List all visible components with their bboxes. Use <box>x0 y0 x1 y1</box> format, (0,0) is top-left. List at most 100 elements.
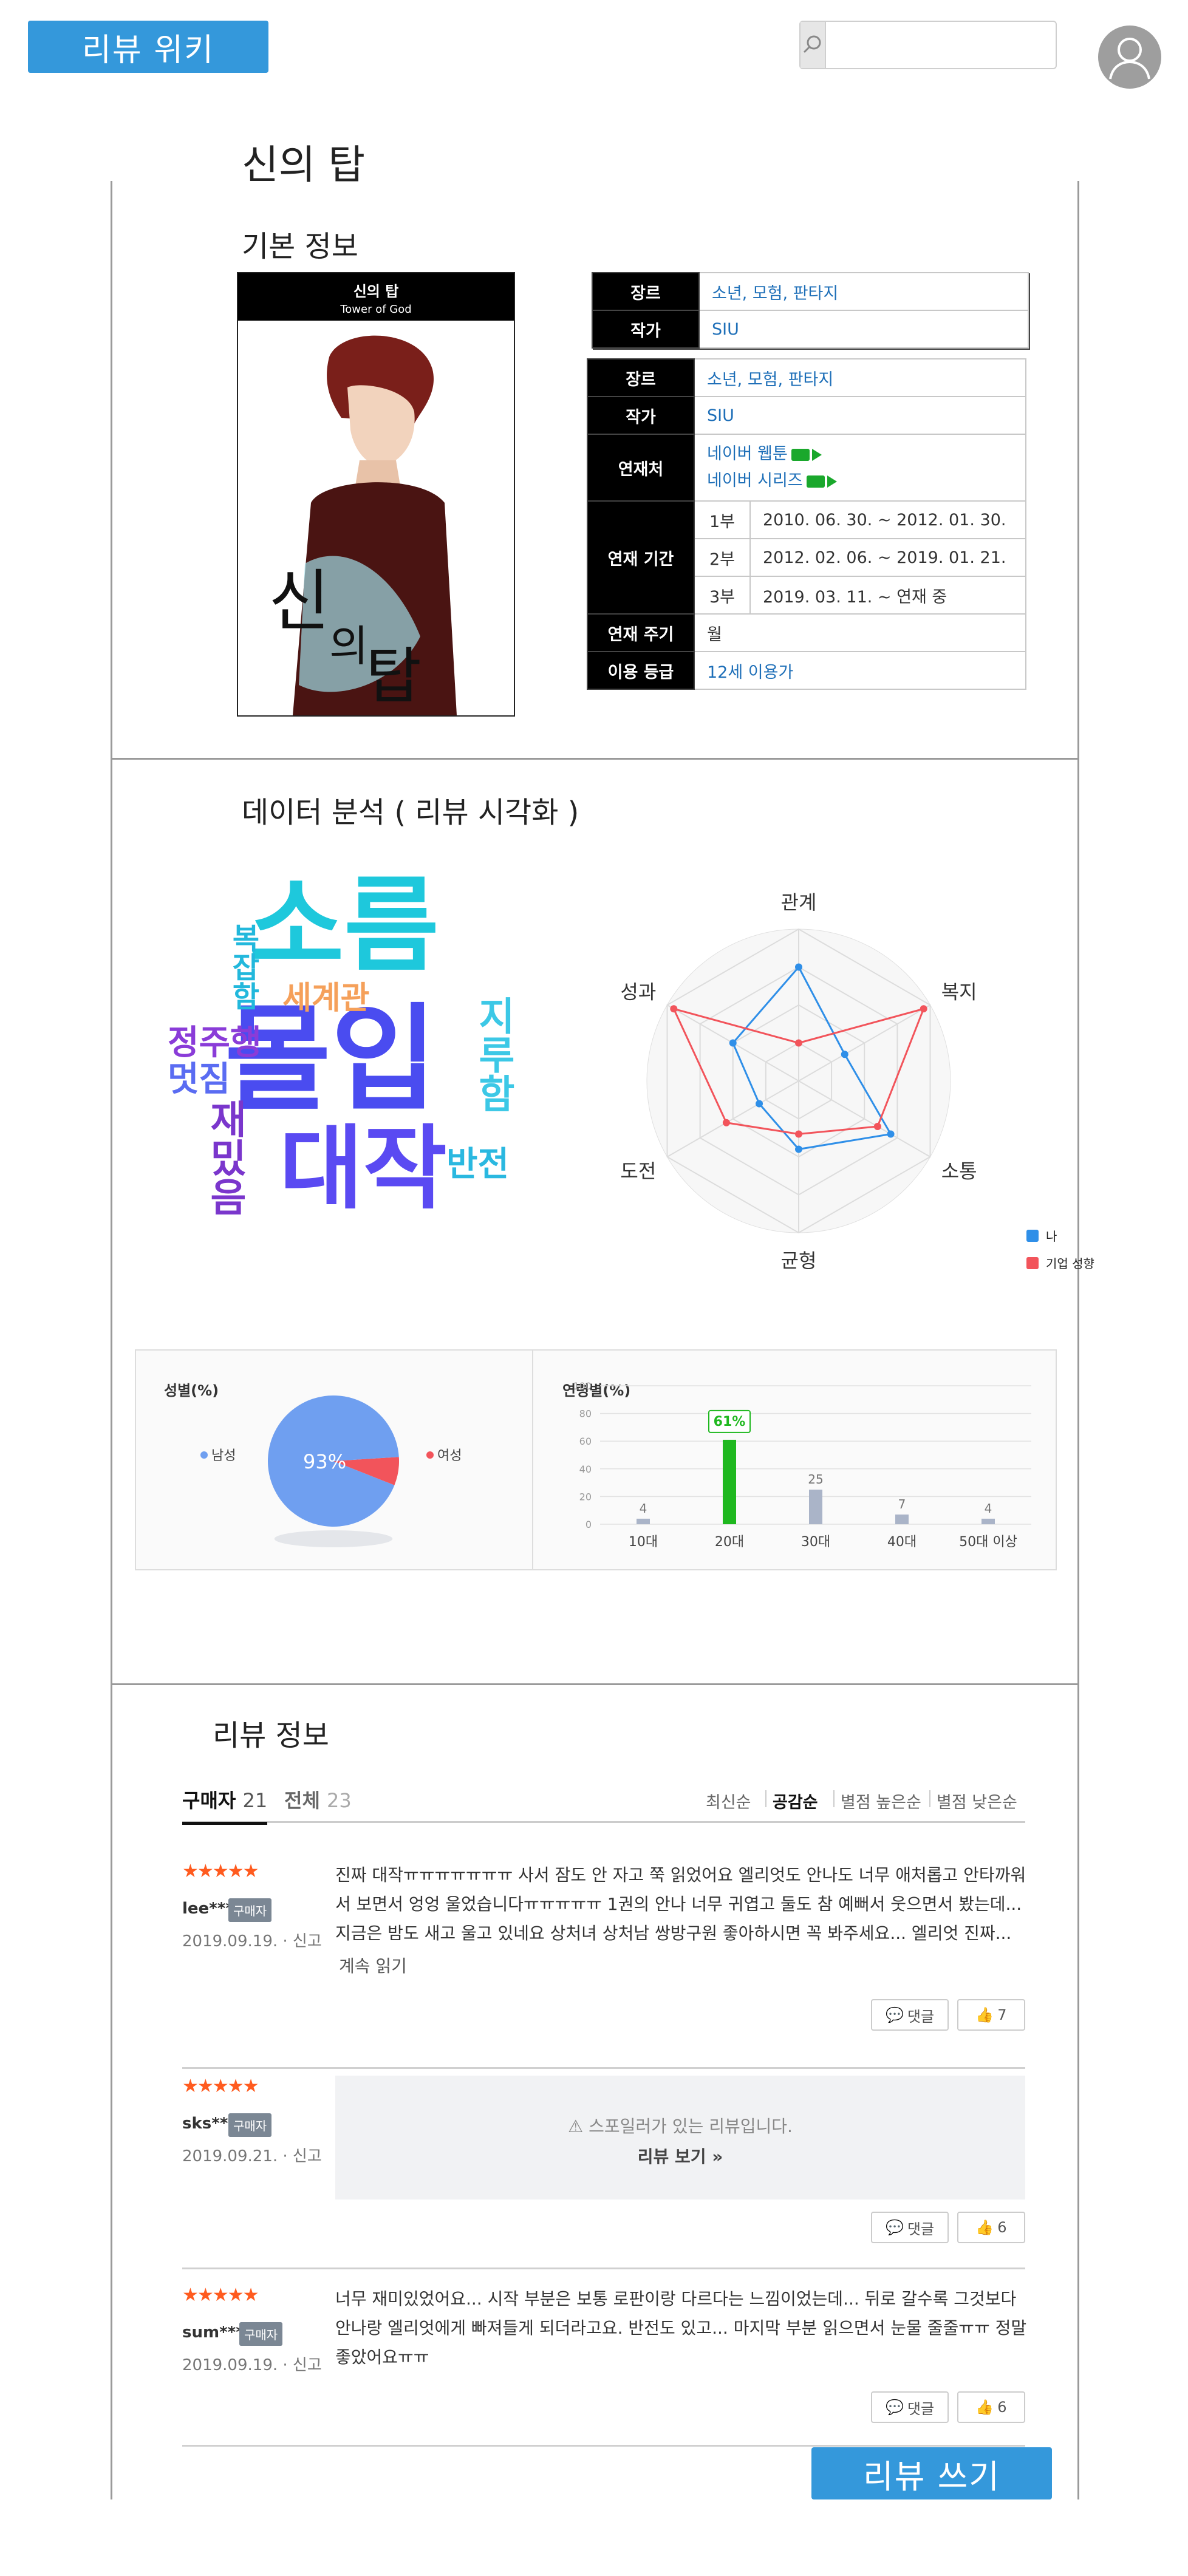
legend-swatch <box>1026 1229 1039 1242</box>
spoiler-view-link[interactable]: 리뷰 보기 » <box>335 2144 1025 2168</box>
section-divider <box>111 758 1079 760</box>
bar-y-tick: 0 <box>585 1519 592 1530</box>
radar-point <box>841 1051 848 1058</box>
platform-link-label: 네이버 웹툰 <box>707 445 788 463</box>
info-key-platform: 연재처 <box>587 434 695 502</box>
tab-buyers[interactable]: 구매자 21 <box>182 1785 268 1825</box>
bar <box>895 1515 909 1524</box>
review-separator <box>182 2067 1025 2069</box>
comment-button[interactable]: 💬 댓글 <box>871 2212 949 2243</box>
spoiler-notice: ⚠ 스포일러가 있는 리뷰입니다. <box>335 2113 1025 2138</box>
bar-y-tick: 80 <box>579 1408 592 1420</box>
sort-empathy[interactable]: 공감순 <box>773 1789 818 1813</box>
radar-point <box>795 1130 802 1138</box>
bar-value-label: 4 <box>985 1501 992 1516</box>
review-stars: ★★★★★ <box>182 2076 259 2097</box>
cloud-word: 멋짐 <box>168 1060 231 1099</box>
bar-y-tick: 40 <box>579 1463 592 1475</box>
legend-item: 나 <box>1026 1227 1094 1244</box>
info-row-period: 연재 기간 1부 2010. 06. 30. ~ 2012. 01. 30. <box>587 500 1026 615</box>
legend-item: 기업 성향 <box>1026 1254 1094 1272</box>
info-value-rating[interactable]: 12세 이용가 <box>694 651 1026 690</box>
avatar[interactable] <box>1098 26 1161 89</box>
review-item: ★★★★★ sks*** 구매자 2019.09.21. · 신고 ⚠ 스포일러… <box>182 2076 1025 2270</box>
bar-y-tick: 20 <box>579 1491 592 1502</box>
sort-rating-high[interactable]: 별점 높은순 <box>841 1789 921 1813</box>
bar-category-label: 10대 <box>629 1535 658 1550</box>
radar-axis-label: 성과 <box>620 981 656 1004</box>
info-value[interactable]: 소년, 모험, 판타지 <box>698 272 1029 311</box>
like-count: 7 <box>997 2006 1007 2023</box>
bar-y-tick: 60 <box>579 1436 592 1447</box>
buyer-badge: 구매자 <box>228 2113 272 2137</box>
cover-title: 신의 탑 <box>353 283 399 300</box>
like-button[interactable]: 👍 6 <box>957 2212 1025 2243</box>
platform-link[interactable]: 네이버 시리즈 <box>707 468 1013 494</box>
period-date: 2019. 03. 11. ~ 연재 중 <box>749 576 1026 615</box>
cloud-word: 대작 <box>279 1116 448 1222</box>
info-value[interactable]: SIU <box>698 310 1029 349</box>
radar-point <box>795 963 802 971</box>
like-button[interactable]: 👍 7 <box>957 1999 1025 2031</box>
logo-button[interactable]: 리뷰 위키 <box>28 21 268 73</box>
review-user: lee*** <box>182 1900 234 1918</box>
legend-label: 기업 성향 <box>1046 1256 1094 1271</box>
period-part: 3부 <box>694 576 751 615</box>
cover-illustration: 신 의 탑 <box>238 321 514 715</box>
search-input[interactable] <box>826 22 1080 68</box>
cloud-word: 재밌음 <box>202 1099 247 1216</box>
buyer-badge: 구매자 <box>228 1898 272 1922</box>
sort-latest[interactable]: 최신순 <box>706 1789 751 1813</box>
radar-point <box>729 1039 737 1047</box>
section-title-basic-info: 기본 정보 <box>242 230 358 264</box>
search-box[interactable] <box>799 21 1080 69</box>
gender-pie-chart: 93% 남성 여성 <box>200 1395 462 1547</box>
info-row-author: 작가 SIU <box>587 396 1026 435</box>
review-date[interactable]: 2019.09.19. · 신고 <box>182 1929 322 1951</box>
info-key: 장르 <box>592 272 700 311</box>
tab-all-label: 전체 <box>284 1789 320 1812</box>
user-icon <box>1109 38 1150 80</box>
comment-button[interactable]: 💬 댓글 <box>871 1999 949 2031</box>
thumbs-up-icon: 👍 <box>975 2006 994 2023</box>
search-icon[interactable] <box>801 22 826 68</box>
like-count: 6 <box>997 2399 1007 2416</box>
comment-icon: 💬 <box>885 2006 904 2023</box>
review-item: ★★★★★ sum*** 구매자 2019.09.19. · 신고 너무 재미있… <box>182 2285 1026 2442</box>
bar-value-label: 61% <box>714 1414 746 1429</box>
sort-rating-low[interactable]: 별점 낮은순 <box>937 1789 1017 1813</box>
read-more-link[interactable]: 계속 읽기 <box>339 1953 407 1977</box>
period-date: 2010. 06. 30. ~ 2012. 01. 30. <box>749 500 1026 539</box>
write-review-button[interactable]: 리뷰 쓰기 <box>811 2447 1052 2499</box>
radar-axis-label: 소통 <box>941 1160 977 1183</box>
cloud-word: 복잡함 <box>226 923 260 1010</box>
radar-axis-label: 균형 <box>781 1249 817 1272</box>
page-title: 신의 탑 <box>242 141 366 188</box>
word-cloud: 소름 몰입 대작 세계관 정주행 멋짐 복잡함 재밌음 지루함 반전 <box>158 874 559 1251</box>
period-date: 2012. 02. 06. ~ 2019. 01. 21. <box>749 538 1026 577</box>
bar <box>637 1518 650 1524</box>
info-value-author[interactable]: SIU <box>694 396 1026 435</box>
cover-header: 신의 탑 Tower of God <box>238 273 514 321</box>
radar-axis-label: 복지 <box>941 981 977 1004</box>
info-value-genre[interactable]: 소년, 모험, 판타지 <box>694 358 1026 397</box>
bar-value-label: 7 <box>898 1497 906 1511</box>
review-date[interactable]: 2019.09.21. · 신고 <box>182 2144 322 2166</box>
radar-point <box>887 1130 895 1138</box>
tab-all[interactable]: 전체 23 <box>284 1785 352 1813</box>
review-date[interactable]: 2019.09.19. · 신고 <box>182 2353 322 2375</box>
review-separator <box>182 2445 1025 2447</box>
platform-link[interactable]: 네이버 웹툰 <box>707 441 1013 468</box>
cover-subtitle: Tower of God <box>340 303 412 316</box>
like-button[interactable]: 👍 6 <box>957 2391 1025 2423</box>
pie-legend-dot <box>426 1451 434 1459</box>
pie-legend-label: 여성 <box>437 1448 462 1463</box>
tab-buyers-label: 구매자 <box>182 1789 236 1812</box>
bar-category-label: 40대 <box>887 1535 917 1550</box>
cloud-word: 정주행 <box>168 1023 262 1063</box>
spoiler-notice-text: 스포일러가 있는 리뷰입니다. <box>589 2116 793 2136</box>
comment-button[interactable]: 💬 댓글 <box>871 2391 949 2423</box>
info-key-period: 연재 기간 <box>587 500 695 615</box>
bar-y-tick: 100 <box>573 1380 592 1392</box>
info-key-cycle: 연재 주기 <box>587 613 695 652</box>
